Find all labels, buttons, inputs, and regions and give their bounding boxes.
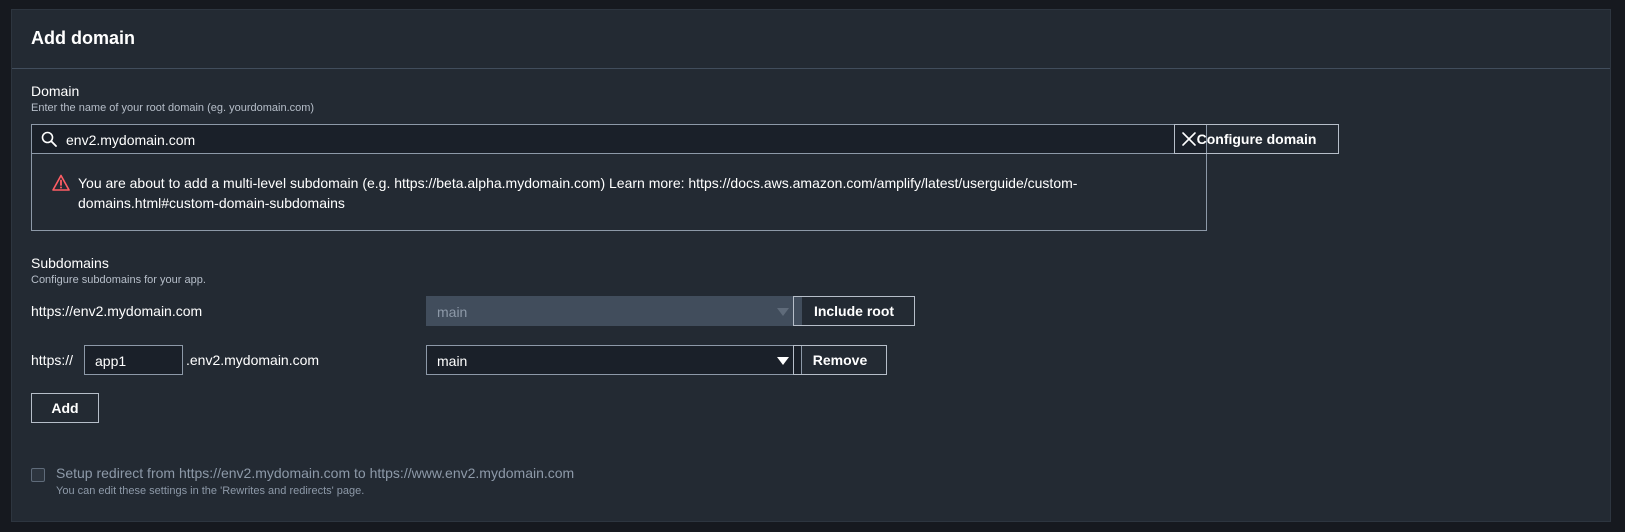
subdomain-suffix: .env2.mydomain.com	[186, 352, 320, 368]
root-branch-value: main	[437, 304, 468, 320]
multi-level-subdomain-alert: You are about to add a multi-level subdo…	[31, 154, 1207, 231]
root-branch-select: main	[426, 296, 802, 326]
subdomain-branch-select[interactable]: main	[426, 345, 802, 375]
configure-domain-button[interactable]: Configure domain	[1174, 124, 1339, 154]
add-subdomain-button[interactable]: Add	[31, 393, 99, 423]
subdomains-description: Configure subdomains for your app.	[31, 274, 206, 286]
caret-down-icon	[777, 308, 789, 316]
alert-message: You are about to add a multi-level subdo…	[78, 175, 1078, 211]
redirect-checkbox[interactable]	[31, 468, 45, 482]
caret-down-icon	[777, 357, 789, 365]
domain-label: Domain	[31, 83, 80, 99]
root-url: https://env2.mydomain.com	[31, 303, 203, 319]
domain-input-value: env2.mydomain.com	[66, 132, 196, 148]
domain-search-input[interactable]: env2.mydomain.com	[31, 124, 1207, 154]
subdomain-input-value: app1	[95, 353, 127, 369]
subdomain-input[interactable]: app1	[84, 345, 183, 375]
warning-icon	[52, 174, 70, 191]
subdomain-prefix: https://	[31, 352, 74, 368]
panel-title: Add domain	[31, 28, 135, 48]
redirect-description: You can edit these settings in the 'Rewr…	[56, 485, 365, 497]
search-icon	[41, 131, 57, 147]
panel-header: Add domain	[12, 10, 1610, 69]
add-domain-panel: Add domain Domain Enter the name of your…	[11, 9, 1611, 522]
domain-description: Enter the name of your root domain (eg. …	[31, 102, 315, 114]
include-root-button[interactable]: Include root	[793, 296, 915, 326]
redirect-label: Setup redirect from https://env2.mydomai…	[56, 465, 575, 481]
remove-button[interactable]: Remove	[793, 345, 887, 375]
subdomains-label: Subdomains	[31, 255, 109, 271]
subdomain-branch-value: main	[437, 353, 468, 369]
